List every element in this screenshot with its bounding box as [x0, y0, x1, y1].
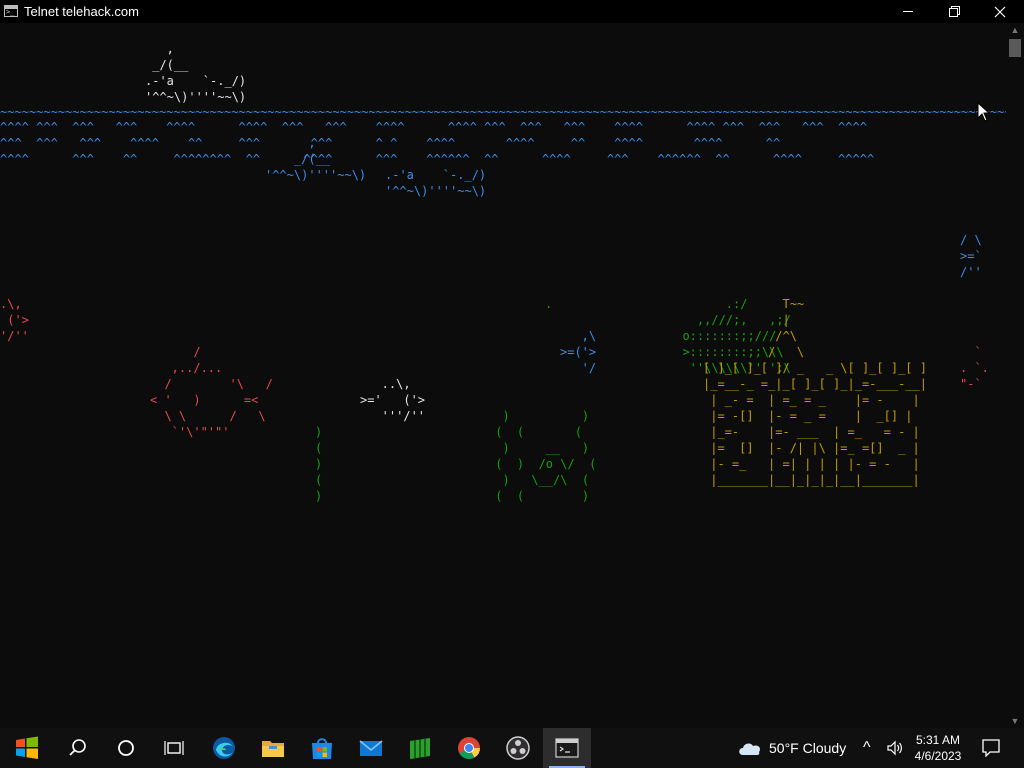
title-bar: Telnet telehack.com	[0, 0, 1024, 23]
volume-icon[interactable]	[886, 739, 904, 757]
mouse-cursor-icon	[977, 102, 991, 122]
waves-row-3: ^^^^ ^^^ ^^ ^^^^^^^^ ^^ ^^^^ ^^^ ^^^^^^ …	[0, 152, 875, 166]
scroll-thumb[interactable]	[1009, 39, 1021, 57]
cloud-icon	[739, 743, 761, 755]
water-surface: ~~~~~~~~~~~~~~~~~~~~~~~~~~~~~~~~~~~~~~~~…	[0, 105, 1006, 119]
boat-ascii: , _/(__ .-'a `-._/) '^^~\)''''~~\)	[145, 42, 247, 104]
submerged-boat-a: , _/(__ '^^~\)''''~~\)	[265, 136, 367, 182]
taskbar-mail[interactable]	[347, 728, 395, 768]
weather-widget[interactable]: 50°F Cloudy	[734, 728, 854, 768]
submerged-boat-b: .-'a `-._/) '^^~\)''''~~\)	[385, 168, 487, 198]
console-app-icon	[4, 5, 18, 17]
task-view-icon	[164, 741, 184, 755]
clock-time: 5:31 AM	[915, 733, 961, 747]
taskbar-file-explorer[interactable]	[249, 728, 297, 768]
show-hidden-icons-chevron-icon[interactable]: ^	[863, 739, 871, 757]
waves-row-2: ^^^ ^^^ ^^^ ^^^^ ^^ ^^^ ^^^ ^ ^ ^^^^ ^^^…	[0, 136, 781, 150]
snail-ascii: ` . `. "-`	[960, 345, 989, 391]
taskbar-store[interactable]	[298, 728, 346, 768]
waves-row-1: ^^^^ ^^^ ^^^ ^^^ ^^^^ ^^^^ ^^^ ^^^ ^^^^ …	[0, 120, 867, 134]
fish-left: .\, ('> '/''	[0, 297, 29, 343]
search-button[interactable]	[54, 728, 102, 768]
window-title: Telnet telehack.com	[24, 4, 139, 19]
fish-right-edge: / \ >=` /''	[960, 233, 982, 279]
edge-icon	[213, 737, 235, 759]
fish-white: ..\, >=' ('> '''/''	[360, 377, 426, 423]
mail-icon	[359, 740, 383, 756]
clock-date: 4/6/2023	[914, 749, 962, 763]
cortana-icon	[118, 740, 134, 756]
start-button[interactable]	[2, 728, 50, 768]
green-app-icon	[410, 738, 430, 759]
store-icon	[312, 738, 332, 759]
terminal-output[interactable]: , _/(__ .-'a `-._/) '^^~\)''''~~\) ~~~~~…	[0, 23, 1006, 728]
taskbar-green-app[interactable]	[396, 728, 444, 768]
scroll-down-arrow-icon[interactable]: ▼	[1006, 714, 1024, 728]
fish-red: ,\ >=('> '/	[560, 329, 597, 375]
taskbar-chrome[interactable]	[445, 728, 493, 768]
plankton-dot: .	[545, 297, 553, 311]
castle-ascii: T~~ | /^\ / \ [ ]_[ ]_[ ]/ _ _ \[ ]_[ ]_…	[703, 297, 927, 487]
seaweed-a: ) ( ) ( )	[315, 425, 323, 503]
system-clock[interactable]: 5:31 AM 4/6/2023	[906, 732, 970, 764]
close-button[interactable]	[977, 0, 1023, 23]
restore-button[interactable]	[931, 0, 977, 23]
big-fish: / ,../... / '\ / < ' ) =< \ \ / \ `'\'"'…	[150, 345, 273, 439]
notification-icon[interactable]	[982, 739, 1000, 757]
minimize-icon	[903, 11, 913, 12]
taskbar-edge[interactable]	[200, 728, 248, 768]
close-icon	[994, 6, 1006, 18]
weather-text: 50°F Cloudy	[769, 740, 847, 756]
task-view-button[interactable]	[150, 728, 198, 768]
windows-logo-icon	[16, 736, 38, 759]
file-explorer-icon	[262, 741, 284, 757]
vertical-scrollbar[interactable]: ▲ ▼	[1006, 23, 1024, 728]
taskbar: 50°F Cloudy ^ 5:31 AM 4/6/2023	[0, 728, 1024, 768]
obs-icon	[506, 736, 530, 760]
taskbar-obs[interactable]	[494, 728, 542, 768]
search-icon	[69, 739, 86, 756]
minimize-button[interactable]	[885, 0, 931, 23]
chrome-icon	[458, 737, 480, 759]
terminal-icon	[555, 738, 579, 758]
cortana-button[interactable]	[102, 728, 150, 768]
scroll-up-arrow-icon[interactable]: ▲	[1006, 23, 1024, 37]
taskbar-terminal[interactable]	[543, 728, 591, 768]
seaweed-b: ) ) ( ( ( ) __ ) ( ) /o \/ ( ) \__/\ ( (…	[495, 409, 597, 503]
